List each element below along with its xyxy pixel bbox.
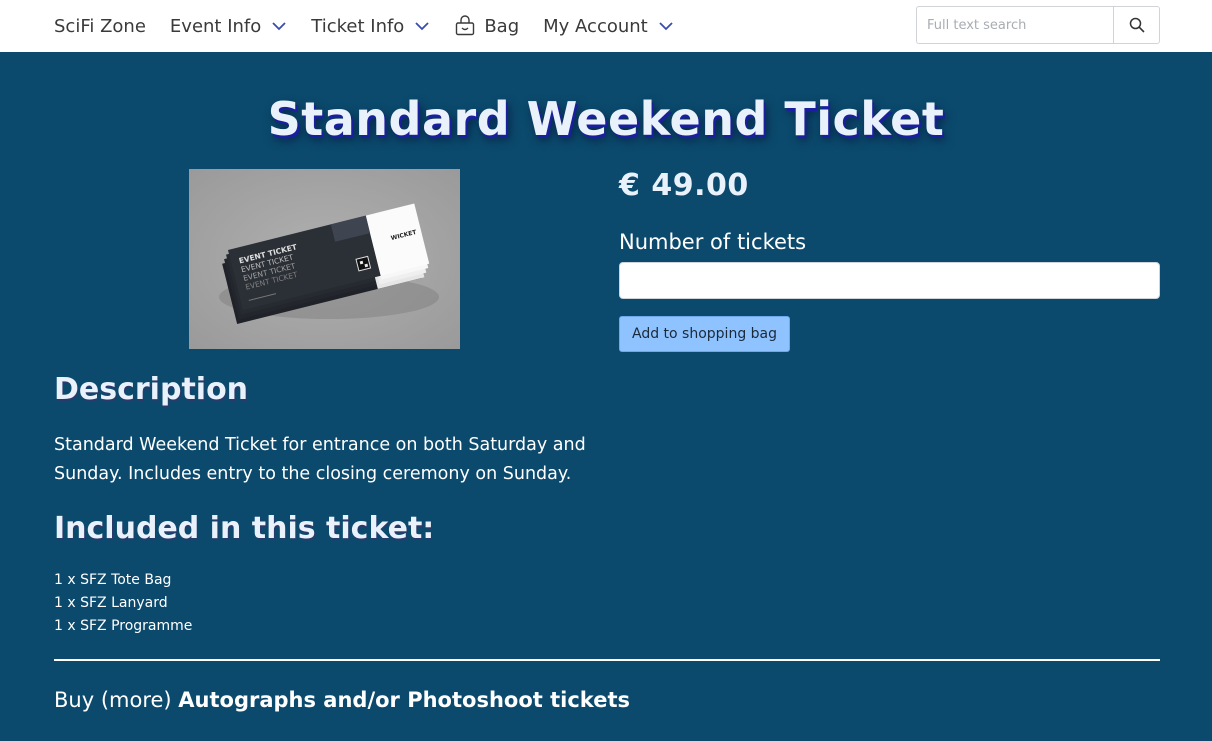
add-to-bag-button[interactable]: Add to shopping bag xyxy=(619,316,790,352)
product-price: € 49.00 xyxy=(619,168,749,203)
list-item: 1 x SFZ Lanyard xyxy=(54,595,168,611)
list-item: 1 x SFZ Programme xyxy=(54,618,193,634)
nav-ticket-info[interactable]: Ticket Info xyxy=(311,16,430,37)
ticket-image-illustration: WICKET EVENT TICKET EVENT TICKET EVENT T… xyxy=(189,169,460,349)
nav-my-account-label: My Account xyxy=(543,15,648,37)
section-divider xyxy=(54,659,1160,661)
quantity-label: Number of tickets xyxy=(619,230,807,254)
chevron-down-icon xyxy=(415,22,429,31)
quantity-input[interactable] xyxy=(619,262,1160,299)
search-icon xyxy=(1129,17,1144,33)
chevron-down-icon xyxy=(272,22,286,31)
nav-event-info-label: Event Info xyxy=(169,15,262,37)
buy-more-line: Buy (more) Autographs and/or Photoshoot … xyxy=(54,688,630,712)
included-list: 1 x SFZ Tote Bag 1 x SFZ Lanyard 1 x SFZ… xyxy=(54,569,192,638)
chevron-down-icon xyxy=(659,22,673,31)
list-item: 1 x SFZ Tote Bag xyxy=(54,572,172,588)
nav-bag[interactable]: Bag xyxy=(454,15,519,37)
page-title: Standard Weekend Ticket xyxy=(267,92,945,146)
top-navbar: SciFi Zone Event Info Ticket Info Bag My… xyxy=(0,0,1212,52)
nav-ticket-info-label: Ticket Info xyxy=(311,15,405,37)
search-input[interactable] xyxy=(916,6,1113,44)
nav-my-account[interactable]: My Account xyxy=(543,16,674,37)
product-image: WICKET EVENT TICKET EVENT TICKET EVENT T… xyxy=(189,169,460,349)
search-form xyxy=(916,6,1160,44)
nav-event-info[interactable]: Event Info xyxy=(170,16,287,37)
search-button[interactable] xyxy=(1113,6,1160,44)
nav-links: SciFi Zone Event Info Ticket Info Bag My… xyxy=(54,0,698,52)
brand-link[interactable]: SciFi Zone xyxy=(54,16,146,37)
included-heading: Included in this ticket: xyxy=(54,511,435,546)
description-heading: Description xyxy=(54,372,249,407)
autographs-photoshoot-link[interactable]: Autographs and/or Photoshoot tickets xyxy=(178,688,630,712)
description-text: Standard Weekend Ticket for entrance on … xyxy=(54,435,586,484)
nav-bag-label: Bag xyxy=(484,15,520,37)
buy-more-prefix: Buy (more) xyxy=(54,688,179,712)
shopping-bag-icon xyxy=(456,15,475,36)
